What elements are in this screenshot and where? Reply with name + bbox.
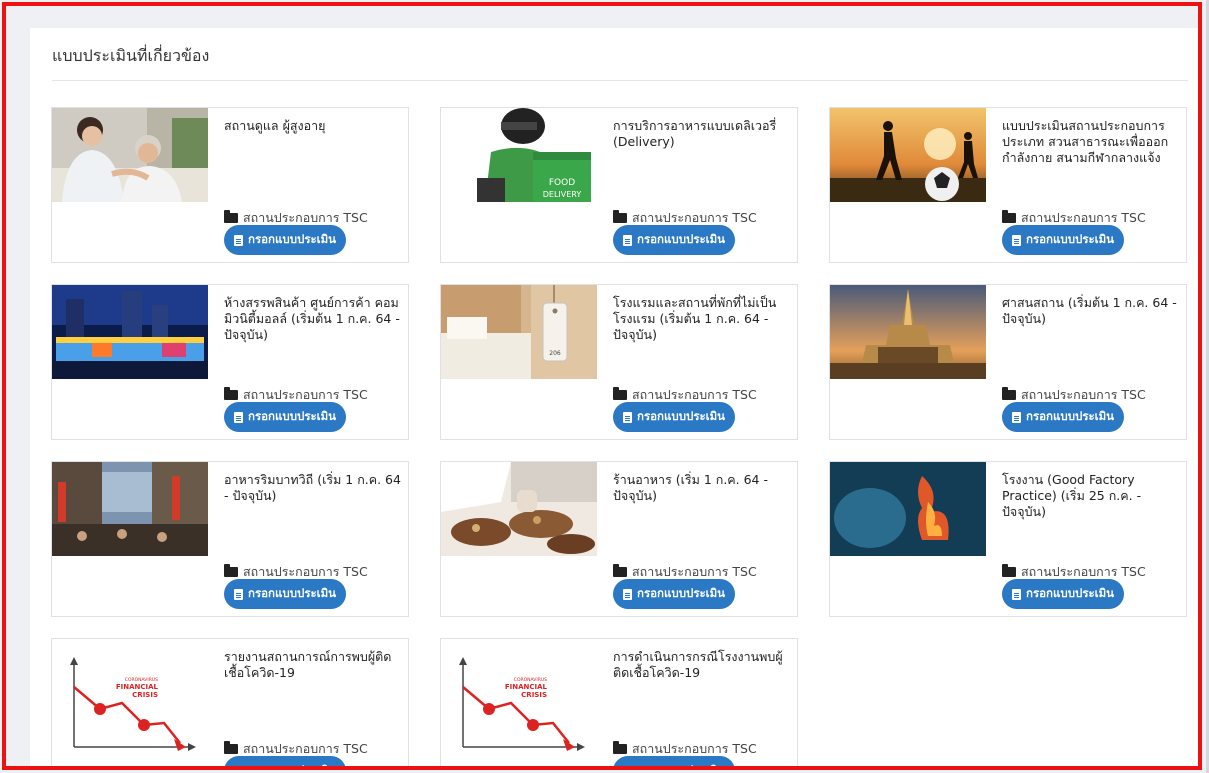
button-label: กรอกแบบประเมิน	[248, 586, 337, 600]
folder-icon	[224, 210, 238, 223]
folder-icon	[613, 741, 627, 754]
assessment-card: 206 โรงแรมและสถานที่พักที่ไม่เป็น โรงแรม…	[440, 284, 798, 440]
image-caption: FINANCIAL	[116, 683, 159, 691]
button-label: กรอกแบบประเมิน	[248, 409, 337, 423]
document-icon	[623, 411, 632, 423]
tag-text: 206	[549, 350, 561, 357]
card-title: ร้านอาหาร (เริ่ม 1 ก.ค. 64 - ปัจจุบัน)	[613, 472, 768, 503]
fill-assessment-button[interactable]: กรอกแบบประเมิน	[224, 225, 347, 255]
fill-assessment-button[interactable]: กรอกแบบประเมิน	[1002, 402, 1125, 432]
document-icon	[234, 234, 243, 246]
fill-assessment-button[interactable]: กรอกแบบประเมิน	[1002, 225, 1125, 255]
button-label: กรอกแบบประเมิน	[637, 586, 726, 600]
folder-icon	[613, 564, 627, 577]
elderly-care-image	[52, 108, 208, 202]
fill-assessment-button[interactable]: กรอกแบบประเมิน	[224, 402, 347, 432]
temple-image	[830, 285, 986, 379]
street-food-image	[52, 462, 208, 556]
fill-assessment-button[interactable]: กรอกแบบประเมิน	[224, 756, 347, 770]
folder-icon	[613, 210, 627, 223]
bag-text: DELIVERY	[543, 190, 582, 199]
highlight-frame: แบบประเมินที่เกี่ยวข้อง สถานดูแล ผู้สูงอ…	[2, 2, 1202, 770]
button-label: กรอกแบบประเมิน	[1026, 232, 1115, 246]
fill-assessment-button[interactable]: กรอกแบบประเมิน	[613, 756, 736, 770]
folder-icon	[224, 564, 238, 577]
assessment-card: FOOD DELIVERY การบริการอาหารแบบเดลิเวอรี…	[440, 107, 798, 263]
folder-icon	[613, 387, 627, 400]
assessment-card: ศาสนสถาน (เริ่มต้น 1 ก.ค. 64 - ปัจจุบัน)…	[829, 284, 1187, 440]
financial-crisis-chart-image: CORONAVIRUS FINANCIAL CRISIS	[52, 647, 208, 757]
assessment-card: ห้างสรรพสินค้า ศูนย์การค้า คอมมิวนิตี้มอ…	[51, 284, 409, 440]
assessment-card: CORONAVIRUS FINANCIAL CRISIS รายงานสถานก…	[51, 638, 409, 770]
hotel-room-image: 206	[441, 285, 597, 379]
restaurant-image	[441, 462, 597, 556]
assessment-card: โรงงาน (Good Factory Practice) (เริ่ม 25…	[829, 461, 1187, 617]
card-title: การดำเนินการกรณีโรงงานพบผู้ ติดเชื้อโควิ…	[613, 649, 783, 680]
card-title: อาหารริมบาทวิถี (เริ่ม 1 ก.ค. 64 - ปัจจุ…	[224, 472, 401, 503]
card-title: ห้างสรรพสินค้า ศูนย์การค้า คอมมิวนิตี้มอ…	[224, 295, 400, 342]
card-title: สถานดูแล ผู้สูงอายุ	[224, 118, 326, 133]
card-title: รายงานสถานการณ์การพบผู้ติด เชื้อโควิด-19	[224, 649, 392, 680]
card-title: การบริการอาหารแบบเดลิเวอรี่ (Delivery)	[613, 118, 777, 149]
button-label: กรอกแบบประเมิน	[637, 409, 726, 423]
button-label: กรอกแบบประเมิน	[637, 763, 726, 770]
assessment-card: อาหารริมบาทวิถี (เริ่ม 1 ก.ค. 64 - ปัจจุ…	[51, 461, 409, 617]
document-icon	[1012, 234, 1021, 246]
fill-assessment-button[interactable]: กรอกแบบประเมิน	[1002, 579, 1125, 609]
card-title: โรงงาน (Good Factory Practice) (เริ่ม 25…	[1002, 472, 1142, 519]
fill-assessment-button[interactable]: กรอกแบบประเมิน	[613, 402, 736, 432]
related-assessments-panel: แบบประเมินที่เกี่ยวข้อง สถานดูแล ผู้สูงอ…	[30, 28, 1198, 770]
card-title: โรงแรมและสถานที่พักที่ไม่เป็น โรงแรม (เร…	[613, 295, 777, 342]
fill-assessment-button[interactable]: กรอกแบบประเมิน	[613, 579, 736, 609]
outdoor-football-image	[830, 108, 986, 202]
folder-icon	[224, 741, 238, 754]
shopping-mall-image	[52, 285, 208, 379]
folder-icon	[1002, 210, 1016, 223]
assessment-card: CORONAVIRUS FINANCIAL CRISIS การดำเนินกา…	[440, 638, 798, 770]
fill-assessment-button[interactable]: กรอกแบบประเมิน	[613, 225, 736, 255]
bag-text: FOOD	[549, 178, 575, 188]
button-label: กรอกแบบประเมิน	[248, 763, 337, 770]
button-label: กรอกแบบประเมิน	[1026, 586, 1115, 600]
document-icon	[1012, 411, 1021, 423]
food-delivery-image: FOOD DELIVERY	[441, 108, 597, 202]
button-label: กรอกแบบประเมิน	[637, 232, 726, 246]
divider	[52, 80, 1188, 81]
panel-title: แบบประเมินที่เกี่ยวข้อง	[52, 46, 210, 65]
assessment-card: สถานดูแล ผู้สูงอายุ สถานประกอบการ TSC กร…	[51, 107, 409, 263]
button-label: กรอกแบบประเมิน	[248, 232, 337, 246]
card-title: ศาสนสถาน (เริ่มต้น 1 ก.ค. 64 - ปัจจุบัน)	[1002, 295, 1177, 326]
document-icon	[623, 588, 632, 600]
financial-crisis-chart-image: CORONAVIRUS FINANCIAL CRISIS	[441, 647, 597, 757]
fill-assessment-button[interactable]: กรอกแบบประเมิน	[224, 579, 347, 609]
assessment-grid: สถานดูแล ผู้สูงอายุ สถานประกอบการ TSC กร…	[51, 107, 1191, 770]
button-label: กรอกแบบประเมิน	[1026, 409, 1115, 423]
document-icon	[623, 765, 632, 766]
document-icon	[234, 765, 243, 766]
folder-icon	[224, 387, 238, 400]
image-caption: CRISIS	[521, 691, 547, 699]
document-icon	[1012, 588, 1021, 600]
assessment-card: แบบประเมินสถานประกอบการ ประเภท สวนสาธารณ…	[829, 107, 1187, 263]
factory-image	[830, 462, 986, 556]
folder-icon	[1002, 387, 1016, 400]
document-icon	[623, 234, 632, 246]
document-icon	[234, 588, 243, 600]
assessment-card: ร้านอาหาร (เริ่ม 1 ก.ค. 64 - ปัจจุบัน) ส…	[440, 461, 798, 617]
folder-icon	[1002, 564, 1016, 577]
document-icon	[234, 411, 243, 423]
image-caption: CRISIS	[132, 691, 158, 699]
image-caption: FINANCIAL	[505, 683, 548, 691]
card-title: แบบประเมินสถานประกอบการ ประเภท สวนสาธารณ…	[1002, 118, 1169, 165]
